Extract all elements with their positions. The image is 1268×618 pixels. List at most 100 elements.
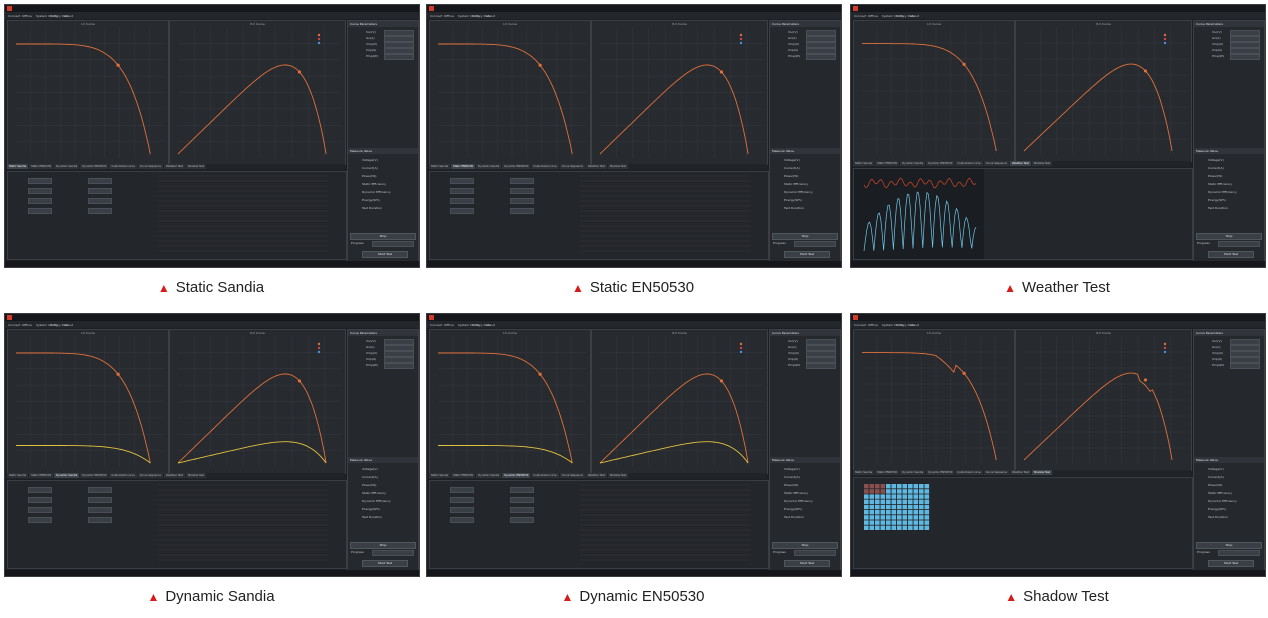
setting-field[interactable] — [450, 208, 474, 214]
menu-item[interactable]: About — [486, 14, 495, 18]
start-test-button[interactable]: Start Test — [362, 560, 408, 567]
setting-field[interactable] — [510, 517, 534, 523]
tab[interactable]: Weather Test — [164, 164, 185, 169]
setting-field[interactable] — [510, 208, 534, 214]
menu-item[interactable]: About — [486, 323, 495, 327]
menu-item[interactable]: Connect — [8, 323, 20, 327]
tab[interactable]: Static EN50530 — [451, 473, 476, 478]
tab[interactable]: Customized curve — [109, 164, 137, 169]
stop-button[interactable]: Stop — [772, 233, 838, 240]
tab[interactable]: Curve Sequence — [983, 470, 1009, 475]
tab[interactable]: Weather Test — [164, 473, 185, 478]
menu-item[interactable]: Connect — [430, 323, 442, 327]
setting-field[interactable] — [28, 507, 52, 513]
tab[interactable]: Dynamic EN50530 — [502, 164, 531, 169]
tab[interactable]: Curve Sequence — [559, 473, 585, 478]
setting-field[interactable] — [450, 188, 474, 194]
tab[interactable]: Curve Sequence — [137, 473, 163, 478]
tab[interactable]: Static Sandia — [853, 470, 875, 475]
menu-item[interactable]: Offline — [868, 323, 878, 327]
setting-field[interactable] — [510, 178, 534, 184]
setting-field[interactable] — [510, 497, 534, 503]
tab[interactable]: Weather Test — [586, 473, 607, 478]
setting-field[interactable] — [88, 497, 112, 503]
tab[interactable]: Static EN50530 — [29, 164, 54, 169]
start-test-button[interactable]: Start Test — [1208, 560, 1254, 567]
tab[interactable]: Dynamic EN50530 — [80, 164, 109, 169]
tab[interactable]: Shadow Test — [185, 473, 207, 478]
menu-item[interactable]: Offline — [444, 323, 454, 327]
tab[interactable]: Dynamic EN50530 — [926, 470, 955, 475]
setting-field[interactable] — [450, 198, 474, 204]
tab[interactable]: Static EN50530 — [875, 470, 900, 475]
setting-field[interactable] — [88, 188, 112, 194]
menu-item[interactable]: About — [910, 323, 919, 327]
start-test-button[interactable]: Start Test — [362, 251, 408, 258]
stop-button[interactable]: Stop — [1196, 542, 1262, 549]
tab[interactable]: Static Sandia — [429, 473, 451, 478]
stop-button[interactable]: Stop — [350, 542, 416, 549]
tab[interactable]: Dynamic EN50530 — [926, 161, 955, 166]
start-test-button[interactable]: Start Test — [784, 560, 830, 567]
setting-field[interactable] — [28, 517, 52, 523]
menu-item[interactable]: Offline — [868, 14, 878, 18]
setting-field[interactable] — [28, 487, 52, 493]
tab[interactable]: Customized curve — [531, 164, 559, 169]
tab[interactable]: Dynamic Sandia — [900, 470, 926, 475]
tab[interactable]: Weather Test — [1010, 470, 1031, 475]
tab[interactable]: Weather Test — [586, 164, 607, 169]
menu-item[interactable]: Connect — [430, 14, 442, 18]
menu-item[interactable]: About — [64, 14, 73, 18]
tab[interactable]: Dynamic Sandia — [900, 161, 926, 166]
tab[interactable]: Dynamic EN50530 — [502, 473, 531, 478]
tab[interactable]: Dynamic Sandia — [476, 164, 502, 169]
menu-item[interactable]: Connect — [8, 14, 20, 18]
setting-field[interactable] — [88, 208, 112, 214]
setting-field[interactable] — [510, 487, 534, 493]
setting-field[interactable] — [510, 507, 534, 513]
tab[interactable]: Curve Sequence — [983, 161, 1009, 166]
menu-item[interactable]: Offline — [22, 14, 32, 18]
tab[interactable]: Shadow Test — [1031, 161, 1053, 166]
setting-field[interactable] — [88, 178, 112, 184]
stop-button[interactable]: Stop — [350, 233, 416, 240]
tab[interactable]: Dynamic EN50530 — [80, 473, 109, 478]
setting-field[interactable] — [450, 517, 474, 523]
menu-item[interactable]: About — [64, 323, 73, 327]
tab[interactable]: Dynamic Sandia — [476, 473, 502, 478]
tab[interactable]: Dynamic Sandia — [54, 164, 80, 169]
menu-item[interactable]: Connect — [854, 14, 866, 18]
tab[interactable]: Customized curve — [955, 161, 983, 166]
tab[interactable]: Curve Sequence — [559, 164, 585, 169]
setting-field[interactable] — [510, 198, 534, 204]
tab[interactable]: Static Sandia — [429, 164, 451, 169]
tab[interactable]: Static Sandia — [853, 161, 875, 166]
tab[interactable]: Shadow Test — [607, 164, 629, 169]
setting-field[interactable] — [88, 487, 112, 493]
setting-field[interactable] — [28, 178, 52, 184]
menu-item[interactable]: Connect — [854, 323, 866, 327]
tab[interactable]: Customized curve — [955, 470, 983, 475]
tab[interactable]: Static Sandia — [7, 473, 29, 478]
setting-field[interactable] — [450, 487, 474, 493]
tab[interactable]: Customized curve — [109, 473, 137, 478]
setting-field[interactable] — [510, 188, 534, 194]
tab[interactable]: Static EN50530 — [29, 473, 54, 478]
stop-button[interactable]: Stop — [772, 542, 838, 549]
setting-field[interactable] — [28, 198, 52, 204]
setting-field[interactable] — [28, 208, 52, 214]
menu-item[interactable]: Offline — [444, 14, 454, 18]
start-test-button[interactable]: Start Test — [1208, 251, 1254, 258]
setting-field[interactable] — [450, 178, 474, 184]
tab[interactable]: Weather Test — [1010, 161, 1031, 166]
tab[interactable]: Shadow Test — [1031, 470, 1053, 475]
setting-field[interactable] — [88, 517, 112, 523]
tab[interactable]: Static EN50530 — [451, 164, 476, 169]
start-test-button[interactable]: Start Test — [784, 251, 830, 258]
menu-item[interactable]: About — [910, 14, 919, 18]
setting-field[interactable] — [28, 497, 52, 503]
tab[interactable]: Static EN50530 — [875, 161, 900, 166]
tab[interactable]: Dynamic Sandia — [54, 473, 80, 478]
tab[interactable]: Shadow Test — [185, 164, 207, 169]
stop-button[interactable]: Stop — [1196, 233, 1262, 240]
